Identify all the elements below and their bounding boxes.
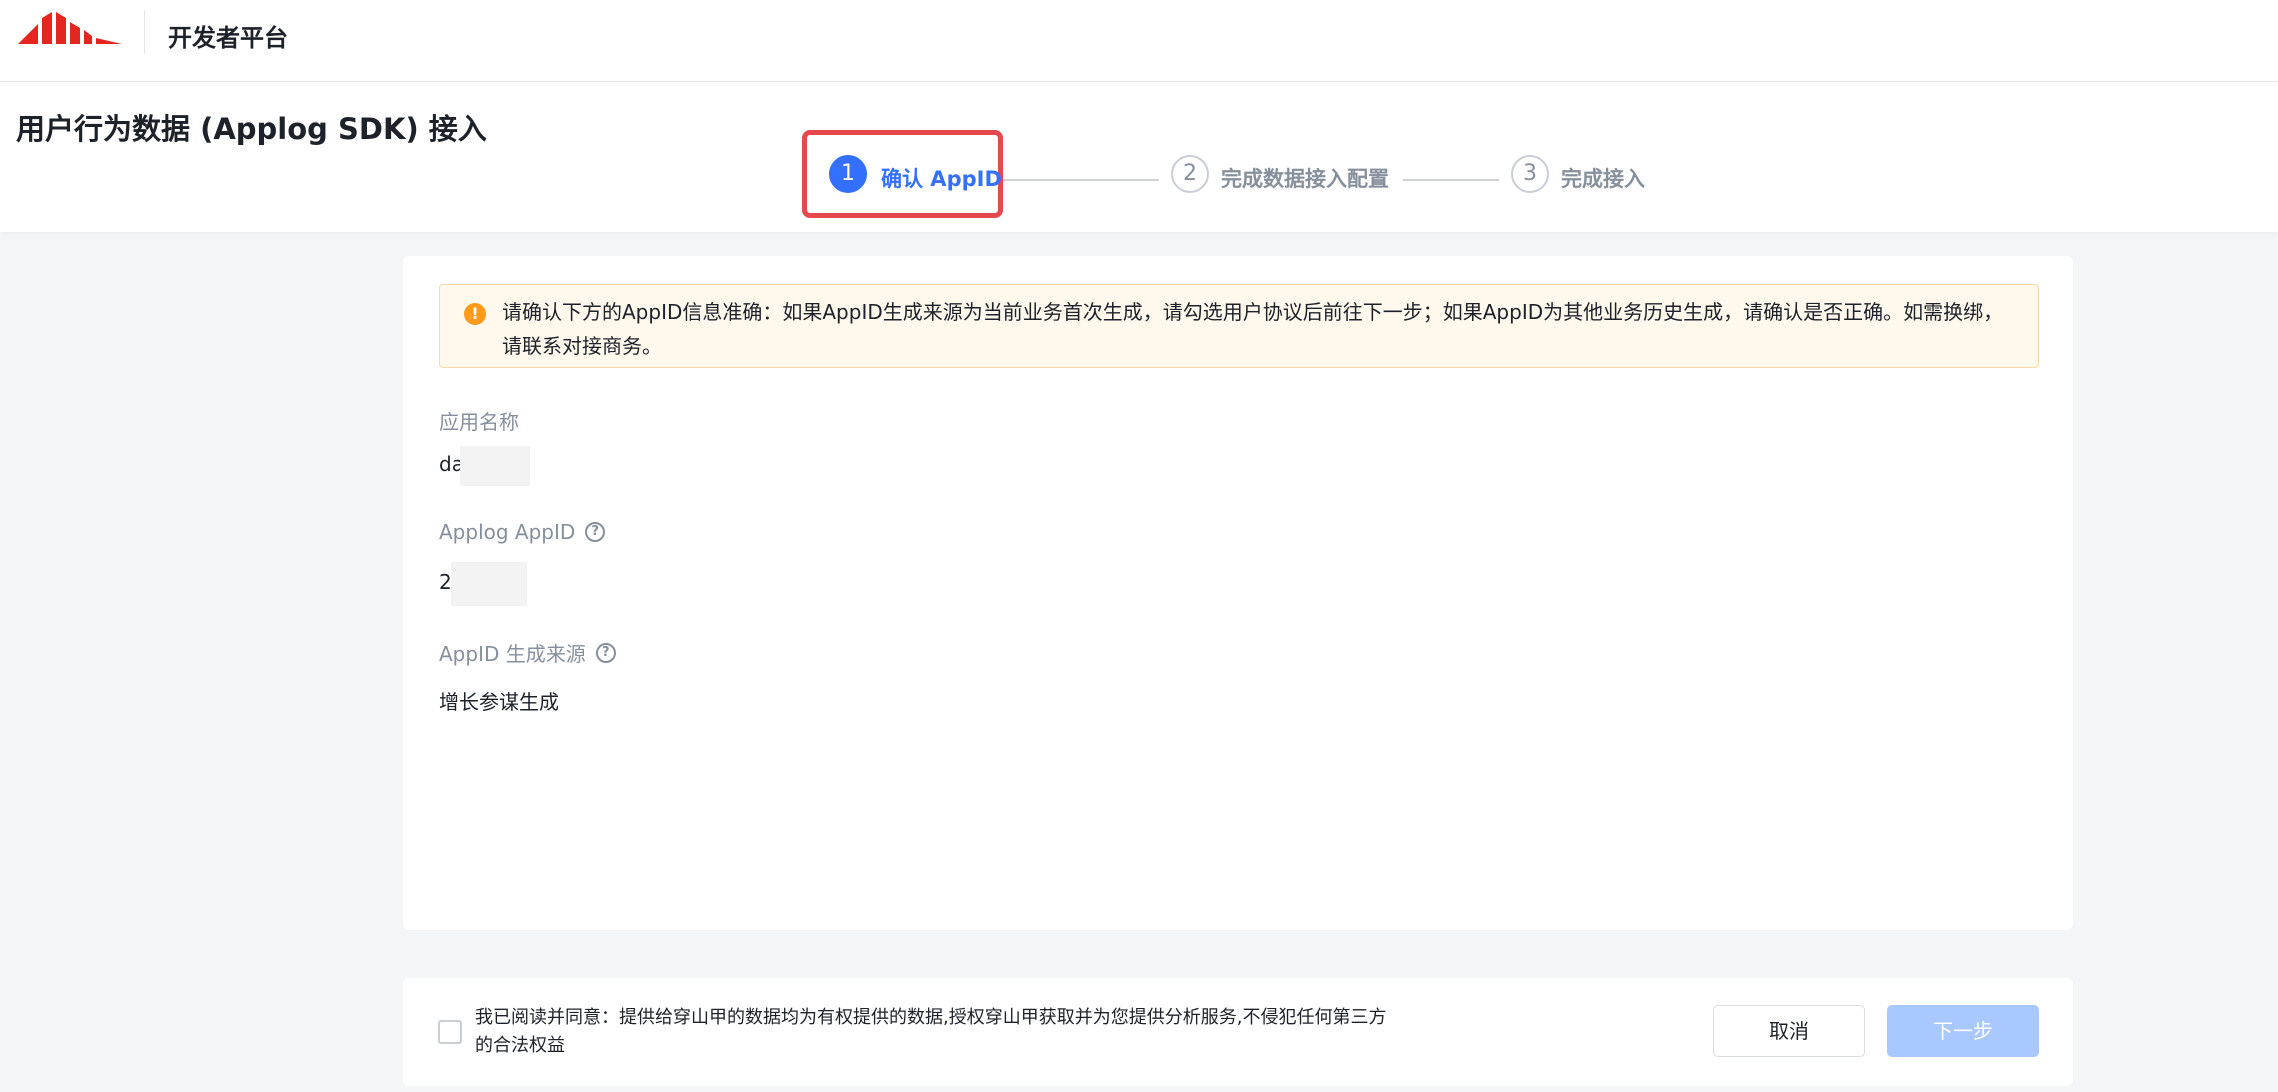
app-name-label: 应用名称 <box>439 406 519 435</box>
warning-icon: ! <box>464 303 486 325</box>
top-navigation-bar: 开发者平台 <box>0 0 2278 82</box>
brand-logo-icon[interactable] <box>18 12 122 48</box>
appid-source-label: AppID 生成来源 ? <box>439 638 616 667</box>
step-1-circle: 1 <box>829 155 867 193</box>
question-circle-icon[interactable]: ? <box>595 642 616 663</box>
step-connector-1 <box>1003 179 1159 181</box>
app-name-label-text: 应用名称 <box>439 410 519 434</box>
action-footer: 我已阅读并同意：提供给穿山甲的数据均为有权提供的数据,授权穿山甲获取并为您提供分… <box>403 978 2073 1086</box>
step-2-label: 完成数据接入配置 <box>1221 167 1389 191</box>
agreement-text[interactable]: 我已阅读并同意：提供给穿山甲的数据均为有权提供的数据,授权穿山甲获取并为您提供分… <box>475 1004 1395 1060</box>
applog-appid-label: Applog AppID ? <box>439 520 606 544</box>
appid-info-card: ! 请确认下方的AppID信息准确：如果AppID生成来源为当前业务首次生成，请… <box>403 256 2073 930</box>
step-2-circle: 2 <box>1171 155 1209 193</box>
step-3-circle: 3 <box>1511 155 1549 193</box>
next-step-button[interactable]: 下一步 <box>1887 1005 2039 1057</box>
applog-appid-label-text: Applog AppID <box>439 520 576 544</box>
question-circle-icon[interactable]: ? <box>585 522 606 542</box>
step-connector-2 <box>1403 179 1499 181</box>
warning-alert: ! 请确认下方的AppID信息准确：如果AppID生成来源为当前业务首次生成，请… <box>439 284 2039 368</box>
agreement-checkbox[interactable] <box>438 1020 462 1044</box>
appid-source-label-text: AppID 生成来源 <box>439 642 586 666</box>
step-3-label: 完成接入 <box>1561 167 1645 191</box>
alert-message: 请确认下方的AppID信息准确：如果AppID生成来源为当前业务首次生成，请勾选… <box>502 300 2004 358</box>
stepper: 1 确认 AppID 2 完成数据接入配置 3 完成接入 <box>0 82 2278 232</box>
appid-redaction <box>451 562 527 606</box>
page-header: 用户行为数据 (Applog SDK) 接入 1 确认 AppID 2 完成数据… <box>0 82 2278 232</box>
appid-source-value: 增长参谋生成 <box>439 690 559 714</box>
step-1-label: 确认 AppID <box>881 167 1002 191</box>
cancel-button[interactable]: 取消 <box>1713 1005 1865 1057</box>
app-name-redaction <box>460 446 530 486</box>
topbar-divider <box>144 10 145 54</box>
platform-name[interactable]: 开发者平台 <box>168 18 288 53</box>
applog-appid-value: 2 <box>439 570 452 594</box>
